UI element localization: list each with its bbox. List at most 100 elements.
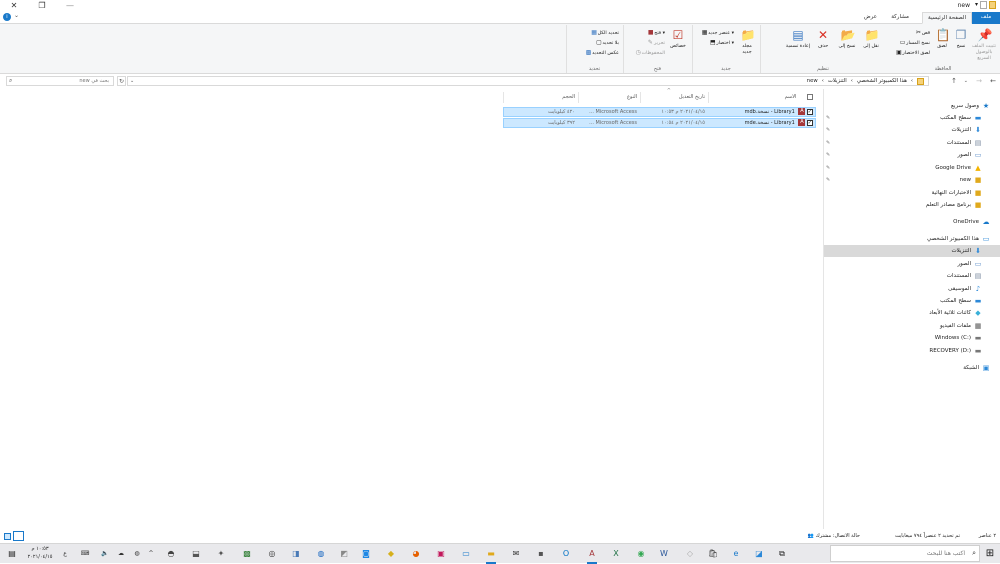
- pin-quick-access-button[interactable]: 📌 تثبيت الملف بالوصول السريع: [970, 28, 998, 62]
- mail-icon[interactable]: ✉: [508, 546, 524, 562]
- breadcrumb-downloads[interactable]: التنزيلات: [828, 77, 847, 86]
- app-icon[interactable]: ◎: [264, 546, 280, 562]
- outlook-icon[interactable]: O: [558, 546, 574, 562]
- app-icon[interactable]: ▣: [433, 546, 449, 562]
- forward-button[interactable]: →: [976, 76, 982, 86]
- nav-quick-item[interactable]: ■برنامج مصادر التعلم: [824, 199, 1000, 211]
- app-icon[interactable]: ⬓: [188, 546, 204, 562]
- notifications-button[interactable]: ▤: [4, 546, 20, 562]
- copy-path-button[interactable]: ▭نسخ المسار: [897, 39, 930, 47]
- copy-to-button[interactable]: 📂 نسخ إلى: [836, 28, 858, 50]
- taskbar-search-input[interactable]: [840, 548, 965, 559]
- app-icon[interactable]: ◍: [313, 546, 329, 562]
- new-folder-button[interactable]: 📁 مجلد جديد: [737, 28, 757, 56]
- table-row[interactable]: ✓ A Library1 - نسخة.mde ٢٠٢١/٠٤/١٥ م ١٠:…: [503, 118, 816, 128]
- row-checkbox[interactable]: ✓: [807, 108, 813, 115]
- breadcrumb-new[interactable]: new: [807, 77, 818, 86]
- nav-quick-item[interactable]: ⬇التنزيلات ✎: [824, 124, 1000, 136]
- dropbox-icon[interactable]: ◇: [682, 546, 698, 562]
- app-icon[interactable]: ◆: [383, 546, 399, 562]
- customize-qat-icon[interactable]: ▾: [975, 1, 978, 9]
- tray-chevron-up-icon[interactable]: ^: [146, 547, 156, 561]
- recent-locations-button[interactable]: ⌄: [964, 76, 968, 86]
- app-icon[interactable]: ▪: [533, 546, 549, 562]
- tab-share[interactable]: مشاركة: [886, 12, 914, 24]
- rename-button[interactable]: ▤ إعادة تسمية: [785, 28, 811, 50]
- column-modified[interactable]: تاريخ التعديل: [640, 92, 708, 103]
- nav-pc-item[interactable]: ▭الصور: [824, 258, 1000, 270]
- tray-app-icon[interactable]: ◍: [132, 547, 142, 561]
- table-row[interactable]: ✓ A Library1 - نسخة.mdb ٢٠٢١/٠٤/١٥ م ١٠:…: [503, 107, 816, 117]
- move-to-button[interactable]: 📁 نقل إلى: [860, 28, 882, 50]
- nav-pc-item[interactable]: ▬Windows (C:): [824, 332, 1000, 344]
- nav-network[interactable]: ▣الشبكة: [824, 362, 1000, 374]
- nav-onedrive[interactable]: ☁OneDrive: [824, 216, 1000, 228]
- firefox-icon[interactable]: ◕: [408, 546, 424, 562]
- app-icon[interactable]: ◙: [358, 546, 374, 562]
- properties-button[interactable]: ☑ خصائص: [667, 28, 689, 50]
- app-icon[interactable]: ◩: [336, 546, 352, 562]
- volume-icon[interactable]: 🔈: [100, 547, 110, 561]
- chrome-icon[interactable]: ◉: [633, 546, 649, 562]
- close-button[interactable]: ✕: [0, 0, 28, 11]
- access-icon[interactable]: A: [584, 546, 600, 564]
- cut-button[interactable]: ✂قص: [913, 29, 930, 37]
- folder-qat-icon[interactable]: [989, 1, 996, 9]
- new-item-button[interactable]: ▦عنصر جديد ▾: [699, 29, 734, 37]
- nav-pc-item[interactable]: ▦ملفات الفيديو: [824, 320, 1000, 332]
- nav-quick-item[interactable]: ▤المستندات ✎: [824, 137, 1000, 149]
- copy-button[interactable]: ❐ نسخ: [952, 28, 970, 50]
- store-icon[interactable]: 🛍: [705, 546, 721, 562]
- nav-quick-item[interactable]: ▲Google Drive ✎: [824, 162, 1000, 174]
- breadcrumb-this-pc[interactable]: هذا الكمبيوتر الشخصي: [857, 77, 907, 86]
- taskbar-search[interactable]: ⌕: [830, 545, 980, 562]
- history-button[interactable]: ◷المحفوظات: [633, 49, 666, 57]
- app-icon[interactable]: ✦: [213, 546, 229, 562]
- edit-button[interactable]: ✎تحرير: [645, 39, 665, 47]
- address-field[interactable]: › هذا الكمبيوتر الشخصي › التنزيلات › new…: [127, 76, 929, 86]
- nav-this-pc[interactable]: ▭هذا الكمبيوتر الشخصي: [824, 233, 1000, 245]
- ribbon-expand-icon[interactable]: ⌄: [14, 12, 19, 19]
- select-all-checkbox[interactable]: [807, 93, 813, 100]
- tab-view[interactable]: عرض: [859, 12, 882, 24]
- app-icon[interactable]: ▭: [458, 546, 474, 562]
- task-view-icon[interactable]: ⧉: [774, 546, 790, 562]
- file-explorer-icon[interactable]: ▬: [483, 546, 499, 564]
- nav-quick-access[interactable]: ★وصول سريع: [824, 100, 1000, 112]
- open-button[interactable]: ■فتح ▾: [645, 29, 665, 37]
- nav-pc-item[interactable]: ♪الموسيقى: [824, 283, 1000, 295]
- select-all-button[interactable]: ▦تحديد الكل: [589, 29, 619, 37]
- details-view-icon[interactable]: [4, 533, 11, 540]
- tab-home[interactable]: الصفحة الرئيسية: [922, 12, 972, 24]
- clock[interactable]: ١٠:٥٣ م ٢٠٢١/٠٤/١٥: [24, 545, 56, 563]
- start-button[interactable]: ⊞: [980, 544, 1000, 564]
- paste-shortcut-button[interactable]: ▣لصق الاختصار: [893, 49, 930, 57]
- tab-file[interactable]: ملف: [972, 12, 1000, 24]
- column-name[interactable]: الاسم: [708, 92, 816, 103]
- back-button[interactable]: ←: [990, 76, 996, 86]
- app-icon[interactable]: ◪: [751, 546, 767, 562]
- language-indicator[interactable]: ع: [60, 547, 70, 561]
- app-icon[interactable]: ◨: [288, 546, 304, 562]
- excel-icon[interactable]: X: [608, 546, 624, 562]
- minimize-button[interactable]: —: [56, 0, 84, 11]
- nav-quick-item[interactable]: ■الاختبارات النهائية: [824, 187, 1000, 199]
- nav-pc-item[interactable]: ▤المستندات: [824, 270, 1000, 282]
- search-input[interactable]: [15, 77, 109, 85]
- properties-qat-icon[interactable]: [980, 1, 987, 9]
- maximize-button[interactable]: ❐: [28, 0, 56, 11]
- up-button[interactable]: ↑: [951, 76, 957, 86]
- edge-icon[interactable]: e: [728, 546, 744, 562]
- pane-divider[interactable]: [823, 89, 824, 529]
- nav-pc-item[interactable]: ▬RECOVERY (D:): [824, 345, 1000, 357]
- nav-quick-item[interactable]: ▭الصور ✎: [824, 149, 1000, 161]
- search-box[interactable]: ⌕: [6, 76, 114, 86]
- word-icon[interactable]: W: [656, 546, 672, 562]
- nav-quick-item[interactable]: ▬سطح المكتب ✎: [824, 112, 1000, 124]
- app-icon[interactable]: ◓: [163, 546, 179, 562]
- refresh-button[interactable]: ↻: [117, 76, 126, 86]
- paste-button[interactable]: 📋 لصق: [933, 28, 951, 50]
- select-none-button[interactable]: ▢بلا تحديد: [593, 39, 619, 47]
- column-type[interactable]: النوع: [578, 92, 640, 103]
- help-icon[interactable]: i: [3, 13, 11, 21]
